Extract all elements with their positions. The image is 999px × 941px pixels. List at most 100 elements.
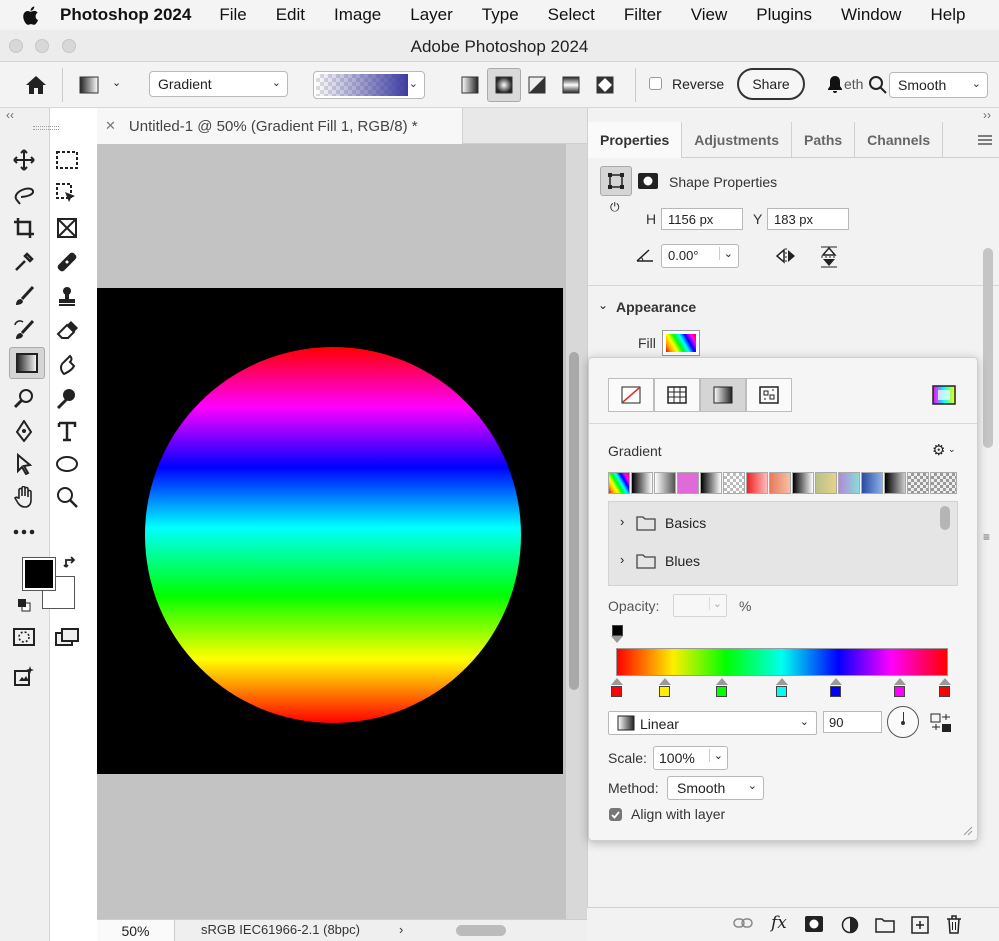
scale-field[interactable]: 100% ⌄ — [653, 746, 728, 770]
tab-adjustments[interactable]: Adjustments — [682, 122, 793, 158]
crop-tool-icon[interactable] — [9, 213, 39, 243]
brush-tool-icon[interactable] — [9, 281, 39, 311]
angle-dial[interactable] — [887, 706, 919, 738]
frame-tool-icon[interactable] — [52, 213, 82, 243]
chevron-right-icon[interactable]: › — [399, 922, 403, 937]
menu-window[interactable]: Window — [841, 5, 901, 25]
method-select[interactable]: Smooth ⌄ — [889, 72, 988, 98]
color-stop-3[interactable] — [716, 686, 727, 697]
flip-vertical-icon[interactable] — [820, 246, 838, 268]
gradient-type-select[interactable]: Gradient ⌄ — [149, 71, 288, 97]
color-stop-4[interactable] — [776, 686, 787, 697]
folder-list-scroll-thumb[interactable] — [940, 506, 950, 530]
tab-properties[interactable]: Properties — [588, 122, 683, 158]
zoom-level-field[interactable]: 50% — [97, 920, 175, 941]
trash-icon[interactable] — [946, 915, 962, 934]
y-position-field[interactable]: 183 px — [767, 208, 849, 230]
smudge-tool-icon[interactable] — [52, 349, 82, 379]
preset-swatch-transparent[interactable] — [723, 472, 745, 494]
solid-color-fill-icon[interactable] — [654, 378, 700, 412]
chevron-down-icon[interactable]: ⌄ — [598, 298, 608, 312]
dodge-tool-icon[interactable] — [9, 383, 39, 413]
preset-swatch-pink[interactable] — [677, 472, 699, 494]
mask-icon[interactable] — [637, 170, 659, 192]
folder-blues[interactable]: › Blues — [609, 546, 939, 576]
marquee-tool-icon[interactable] — [52, 145, 82, 175]
height-field[interactable]: 1156 px — [661, 208, 743, 230]
pattern-fill-icon[interactable] — [746, 378, 792, 412]
gradient-picker[interactable]: ⌄ — [313, 71, 425, 99]
move-tool-icon[interactable] — [9, 145, 39, 175]
object-select-tool-icon[interactable] — [52, 179, 82, 209]
history-brush-tool-icon[interactable] — [9, 315, 39, 345]
chevron-right-icon[interactable]: › — [620, 552, 624, 567]
gradient-options-icon[interactable] — [930, 713, 952, 733]
vertical-scrollbar[interactable] — [566, 144, 587, 919]
reflected-gradient-icon[interactable] — [554, 68, 588, 102]
folder-basics[interactable]: › Basics — [609, 508, 939, 538]
path-select-tool-icon[interactable] — [9, 449, 39, 479]
menu-edit[interactable]: Edit — [276, 5, 305, 25]
shape-transform-icon[interactable] — [600, 166, 632, 196]
apple-icon[interactable] — [0, 0, 60, 30]
color-stop-5[interactable] — [830, 686, 841, 697]
new-layer-icon[interactable] — [911, 916, 929, 934]
preset-swatch-black-white[interactable] — [631, 472, 653, 494]
expand-panel-icon[interactable]: ›› — [983, 108, 991, 122]
color-stop-6[interactable] — [894, 686, 905, 697]
burn-tool-icon[interactable] — [52, 383, 82, 413]
gradient-style-select[interactable]: Linear ⌄ — [608, 711, 817, 735]
gradient-ellipse-shape[interactable] — [145, 347, 521, 723]
zoom-tool-icon[interactable] — [52, 482, 82, 512]
collapse-panel-icon[interactable]: ‹‹ — [6, 108, 14, 122]
color-picker-icon[interactable] — [932, 385, 956, 405]
horizontal-scroll-thumb[interactable] — [456, 925, 506, 936]
screen-mode-icon[interactable] — [52, 622, 82, 652]
eraser-tool-icon[interactable] — [52, 315, 82, 345]
preset-swatch-checker-2[interactable] — [930, 472, 957, 494]
menu-select[interactable]: Select — [548, 5, 595, 25]
layer-effects-icon[interactable]: fx — [771, 913, 787, 933]
resize-grip-icon[interactable] — [961, 824, 973, 836]
color-stop-1[interactable] — [611, 686, 622, 697]
share-button[interactable]: Share — [737, 68, 805, 100]
menu-layer[interactable]: Layer — [410, 5, 453, 25]
linear-gradient-icon[interactable] — [453, 68, 487, 102]
link-layers-icon[interactable] — [733, 916, 753, 930]
eyedropper-tool-icon[interactable] — [9, 247, 39, 277]
menu-type[interactable]: Type — [482, 5, 519, 25]
color-stop-2[interactable] — [659, 686, 670, 697]
preset-swatch-checker[interactable] — [907, 472, 929, 494]
more-tools-icon[interactable] — [9, 517, 39, 547]
gradient-angle-field[interactable]: 90 — [823, 711, 882, 733]
gradient-editor-bar[interactable] — [616, 648, 948, 676]
preset-swatch-salmon[interactable] — [769, 472, 791, 494]
ellipse-tool-icon[interactable] — [52, 449, 82, 479]
align-with-layer-checkbox[interactable] — [609, 808, 622, 821]
angle-gradient-icon[interactable] — [520, 68, 554, 102]
app-menu[interactable]: Photoshop 2024 — [60, 5, 191, 25]
preset-swatch-dark[interactable] — [792, 472, 814, 494]
chevron-down-icon[interactable]: ⌄ — [718, 247, 733, 260]
radial-gradient-icon[interactable] — [487, 68, 521, 102]
preset-swatch-olive[interactable] — [815, 472, 837, 494]
panel-menu-icon[interactable]: ≡ — [983, 530, 990, 544]
opacity-field[interactable]: ⌄ — [673, 594, 727, 617]
gradient-fill-icon[interactable] — [700, 378, 746, 412]
lasso-tool-icon[interactable] — [9, 179, 39, 209]
home-icon[interactable] — [19, 68, 53, 102]
document-tab[interactable]: ✕ Untitled-1 @ 50% (Gradient Fill 1, RGB… — [97, 108, 463, 144]
preset-swatch-blue[interactable] — [861, 472, 883, 494]
gear-icon[interactable]: ⚙ — [932, 441, 945, 459]
chevron-right-icon[interactable]: › — [620, 514, 624, 529]
menu-filter[interactable]: Filter — [624, 5, 662, 25]
menu-file[interactable]: File — [219, 5, 246, 25]
vertical-scroll-thumb[interactable] — [569, 352, 579, 690]
new-group-icon[interactable] — [875, 917, 895, 933]
interpolation-method-select[interactable]: Smooth ⌄ — [667, 776, 764, 800]
chevron-down-icon[interactable]: ⌄ — [708, 597, 722, 610]
tab-channels[interactable]: Channels — [855, 122, 944, 158]
reverse-checkbox[interactable] — [649, 77, 662, 90]
gradient-tool-preset-icon[interactable] — [72, 68, 106, 102]
close-tab-icon[interactable]: ✕ — [105, 118, 116, 134]
